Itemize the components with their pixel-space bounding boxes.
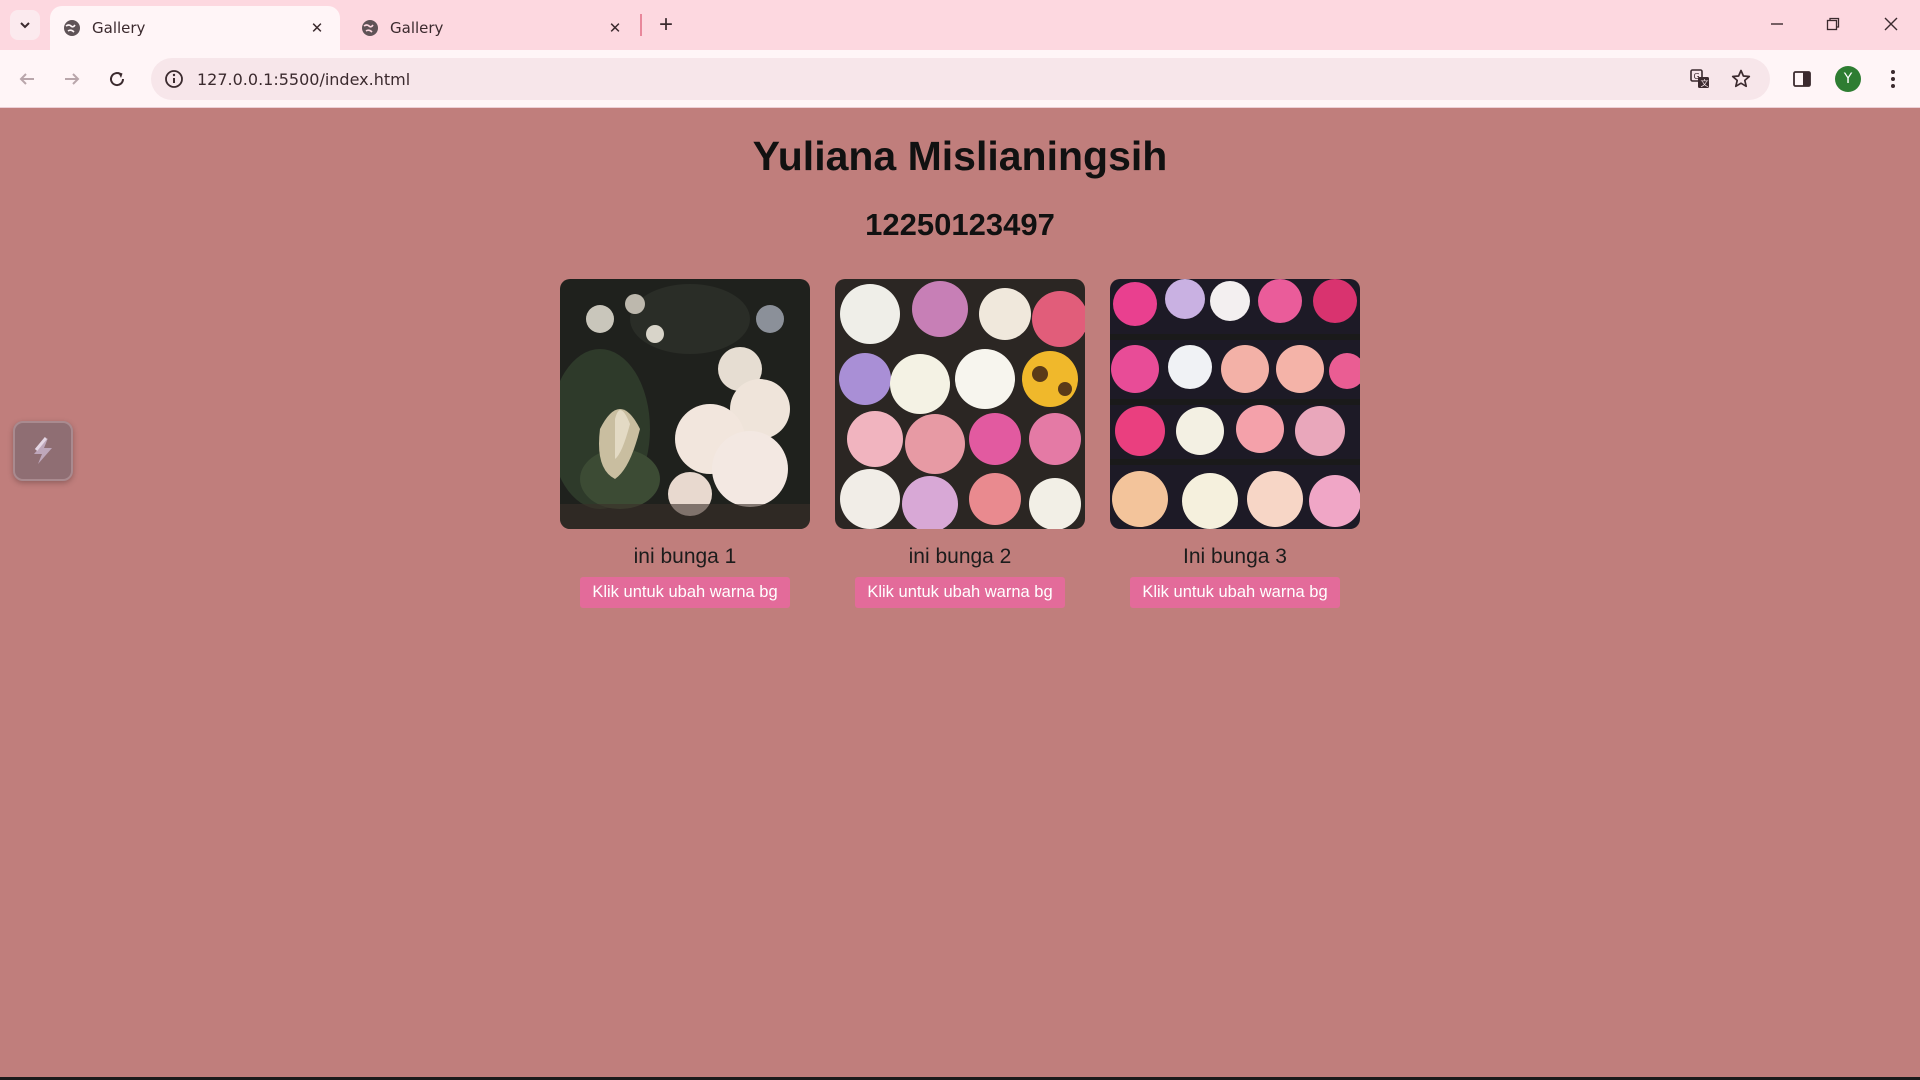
gallery-card-3: Ini bunga 3 Klik untuk ubah warna bg [1110,279,1360,608]
reload-button[interactable] [99,61,135,97]
extension-widget[interactable] [13,421,73,481]
gallery-card-2: ini bunga 2 Klik untuk ubah warna bg [835,279,1085,608]
minimize-icon [1771,23,1783,25]
globe-icon [64,20,80,36]
minimize-button[interactable] [1757,8,1797,40]
bookmark-button[interactable] [1728,66,1754,92]
gallery-card-1: ini bunga 1 Klik untuk ubah warna bg [560,279,810,608]
url-text[interactable]: 127.0.0.1:5500/index.html [197,70,410,89]
back-button[interactable] [9,61,45,97]
page-content: Yuliana Mislianingsih 12250123497 ini bu… [0,109,1920,1080]
close-icon [1884,17,1898,31]
star-icon [1731,69,1751,88]
tab-title: Gallery [92,19,146,37]
restore-icon [1826,17,1840,31]
reload-icon [110,72,125,87]
info-icon[interactable] [163,68,185,90]
browser-toolbar: 127.0.0.1:5500/index.html G文 Y [0,50,1920,108]
lightning-icon [34,437,52,464]
page-title: Yuliana Mislianingsih [752,133,1168,179]
plus-icon: + [658,11,673,38]
globe-icon [362,20,378,36]
chevron-down-icon [20,22,30,29]
restore-button[interactable] [1813,8,1853,40]
close-icon[interactable]: ✕ [306,17,328,39]
student-id: 12250123497 [865,207,1055,242]
address-bar[interactable]: 127.0.0.1:5500/index.html G文 [151,58,1770,100]
browser-menu-button[interactable] [1875,61,1911,97]
tab-strip: Gallery ✕ Gallery ✕ + [0,0,1920,50]
change-bg-button[interactable]: Klik untuk ubah warna bg [1130,577,1340,608]
translate-icon: G文 [1690,69,1709,88]
tab-title: Gallery [390,19,444,37]
kebab-menu-icon [1891,70,1895,88]
back-arrow-icon [19,73,34,85]
close-icon[interactable]: ✕ [604,17,626,39]
side-panel-icon [1793,71,1811,87]
card-caption: ini bunga 2 [908,545,1012,568]
card-caption: ini bunga 1 [633,545,737,568]
avatar: Y [1835,66,1861,92]
flower-image-3[interactable] [1110,279,1360,529]
profile-button[interactable]: Y [1830,61,1866,97]
window-close-button[interactable] [1871,8,1911,40]
tab-gallery[interactable]: Gallery ✕ [348,6,638,50]
flower-image-2[interactable] [835,279,1085,529]
tab-gallery-active[interactable]: Gallery ✕ [50,6,340,50]
card-caption: Ini bunga 3 [1183,545,1287,568]
forward-arrow-icon [65,73,80,85]
change-bg-button[interactable]: Klik untuk ubah warna bg [855,577,1065,608]
tab-search-button[interactable] [10,10,40,40]
side-panel-button[interactable] [1784,61,1820,97]
svg-text:文: 文 [1701,78,1709,88]
translate-button[interactable]: G文 [1687,66,1713,92]
forward-button[interactable] [54,61,90,97]
new-tab-button[interactable]: + [651,10,681,40]
change-bg-button[interactable]: Klik untuk ubah warna bg [580,577,790,608]
flower-image-1[interactable] [560,279,810,529]
tab-divider [640,14,642,36]
